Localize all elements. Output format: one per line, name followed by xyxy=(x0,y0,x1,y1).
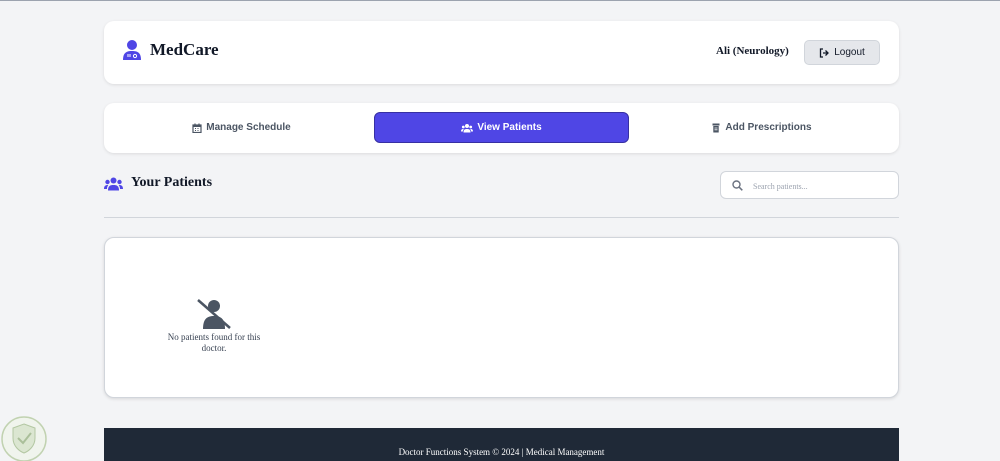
tab-add-prescriptions[interactable]: Add Prescriptions xyxy=(634,112,889,143)
patient-search xyxy=(720,171,899,199)
users-icon xyxy=(461,123,474,132)
nav-tabs: Manage Schedule View Patients Add Prescr… xyxy=(104,103,899,153)
calendar-icon xyxy=(192,123,202,133)
footer-text: Doctor Functions System © 2024 | Medical… xyxy=(398,447,605,457)
patients-list-panel: No patients found for this doctor. xyxy=(104,237,899,398)
logout-label: Logout xyxy=(834,47,865,58)
current-user-label: Ali (Neurology) xyxy=(716,45,789,57)
tab-label: Manage Schedule xyxy=(206,122,291,133)
user-doctor-icon xyxy=(123,40,141,60)
sign-out-icon xyxy=(820,47,830,58)
users-icon xyxy=(104,177,123,190)
empty-message: No patients found for this doctor. xyxy=(167,332,261,353)
logout-button[interactable]: Logout xyxy=(804,40,880,65)
user-slash-icon xyxy=(197,299,231,329)
search-input[interactable] xyxy=(753,176,893,196)
divider xyxy=(104,217,899,218)
prescription-bottle-icon xyxy=(712,123,720,132)
footer: Doctor Functions System © 2024 | Medical… xyxy=(104,428,899,461)
empty-state: No patients found for this doctor. xyxy=(159,298,269,354)
tab-view-patients[interactable]: View Patients xyxy=(374,112,629,143)
tab-label: View Patients xyxy=(477,122,542,133)
brand-name: MedCare xyxy=(150,40,219,59)
shield-logo-icon xyxy=(1,416,47,461)
patients-section-header: Your Patients xyxy=(104,175,212,191)
tab-manage-schedule[interactable]: Manage Schedule xyxy=(114,112,369,143)
tab-label: Add Prescriptions xyxy=(725,122,812,133)
brand: MedCare xyxy=(122,39,219,61)
search-icon xyxy=(732,180,743,191)
section-title: Your Patients xyxy=(131,175,213,190)
app-header: MedCare Ali (Neurology) Logout xyxy=(104,21,899,84)
